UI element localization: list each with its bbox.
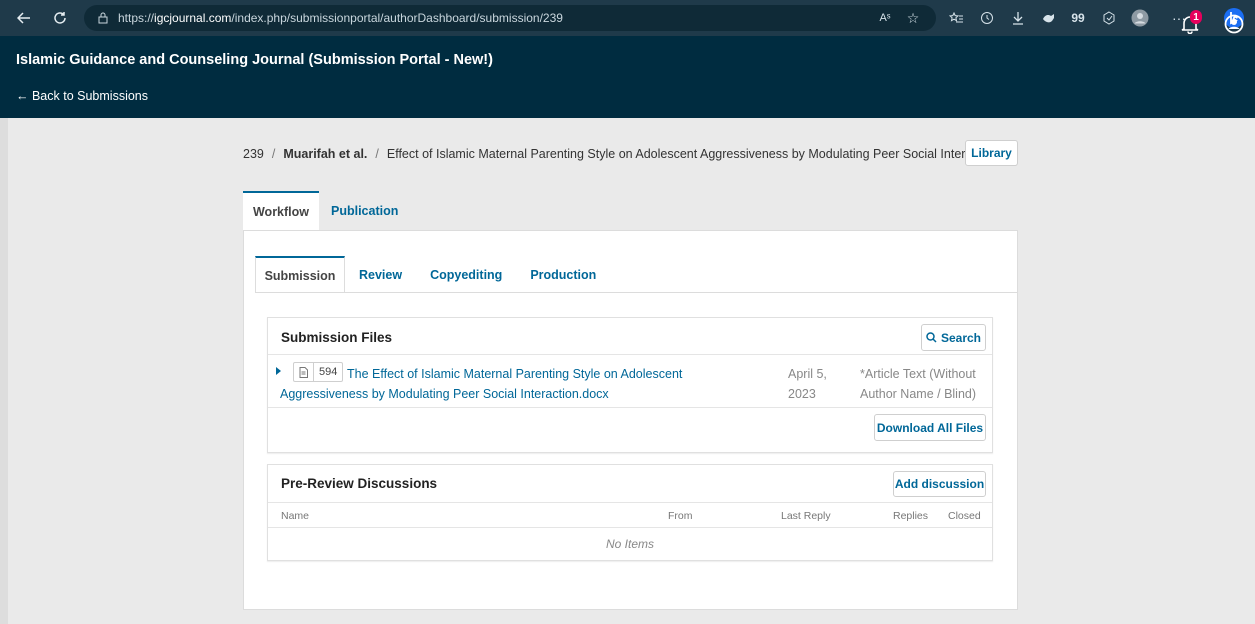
extensions-icon[interactable] [1034, 4, 1064, 32]
read-aloud-glyph: Aˢ [879, 12, 891, 24]
search-files-button[interactable]: Search [921, 324, 986, 351]
submission-authors: Muarifah et al. [283, 147, 368, 161]
search-label: Search [940, 330, 982, 345]
column-header-replies: Replies [893, 510, 929, 522]
back-to-submissions-link[interactable]: ← Back to Submissions [16, 89, 148, 103]
tab-production[interactable]: Production [516, 256, 610, 293]
journal-title[interactable]: Islamic Guidance and Counseling Journal … [16, 52, 493, 68]
favorite-icon[interactable]: ☆ [898, 4, 928, 32]
tab-copyediting[interactable]: Copyediting [416, 256, 516, 293]
divider [268, 354, 992, 355]
column-header-last-reply: Last Reply [781, 510, 831, 522]
quote-icon[interactable]: 99 [1063, 4, 1093, 32]
breadcrumb-separator: / [375, 147, 379, 161]
profile-icon[interactable] [1125, 4, 1155, 32]
tab-review[interactable]: Review [345, 256, 416, 293]
column-header-name: Name [281, 510, 310, 522]
browser-toolbar: https://igcjournal.com/index.php/submiss… [0, 0, 1255, 36]
refresh-icon[interactable] [46, 4, 74, 32]
url-prefix: https:// [118, 11, 155, 25]
download-all-files-button[interactable]: Download All Files [874, 414, 986, 441]
tab-publication[interactable]: Publication [319, 191, 410, 230]
workflow-stage-tabs: Submission Review Copyediting Production [255, 256, 610, 293]
file-date: April 5, 2023 [788, 367, 827, 401]
file-genre: *Article Text (Without Author Name / Bli… [860, 367, 977, 401]
notification-count-badge: 1 [1190, 10, 1202, 24]
breadcrumb: 239 / Muarifah et al. / Effect of Islami… [243, 145, 999, 163]
browser-essentials-icon[interactable] [1094, 4, 1124, 32]
submission-files-title: Submission Files [281, 330, 393, 345]
url-path: /index.php/submissionportal/authorDashbo… [231, 11, 563, 25]
back-icon[interactable] [10, 4, 38, 32]
lock-icon[interactable] [96, 11, 110, 25]
library-button[interactable]: Library [965, 140, 1018, 166]
divider [268, 407, 992, 408]
breadcrumb-separator: / [271, 147, 276, 161]
history-icon[interactable] [972, 4, 1002, 32]
downloads-icon[interactable] [1003, 4, 1033, 32]
column-header-closed: Closed [948, 510, 981, 522]
address-bar[interactable]: https://igcjournal.com/index.php/submiss… [84, 5, 936, 31]
url-host: igcjournal.com [154, 11, 232, 25]
divider [268, 527, 992, 528]
add-discussion-button[interactable]: Add discussion [893, 471, 986, 497]
file-name-link[interactable]: The Effect of Islamic Maternal Parenting… [280, 364, 765, 404]
app-header: Islamic Guidance and Counseling Journal … [0, 36, 1255, 118]
discussions-title: Pre-Review Discussions [281, 476, 438, 491]
submission-title: Effect of Islamic Maternal Parenting Sty… [386, 147, 999, 161]
user-account-icon[interactable] [1224, 14, 1244, 34]
tab-submission[interactable]: Submission [255, 256, 345, 293]
tab-divider [255, 292, 1018, 293]
search-icon [926, 332, 937, 343]
read-aloud-icon[interactable]: Aˢ [870, 4, 900, 32]
empty-state-text: No Items [605, 537, 654, 551]
outer-tabs: Workflow Publication [243, 191, 410, 230]
quote-glyph: 99 [1071, 11, 1085, 25]
column-header-from: From [668, 510, 693, 522]
tab-workflow[interactable]: Workflow [243, 191, 319, 230]
divider [268, 502, 992, 503]
favorites-bar-icon[interactable] [941, 4, 971, 32]
submission-id: 239 [243, 147, 264, 161]
